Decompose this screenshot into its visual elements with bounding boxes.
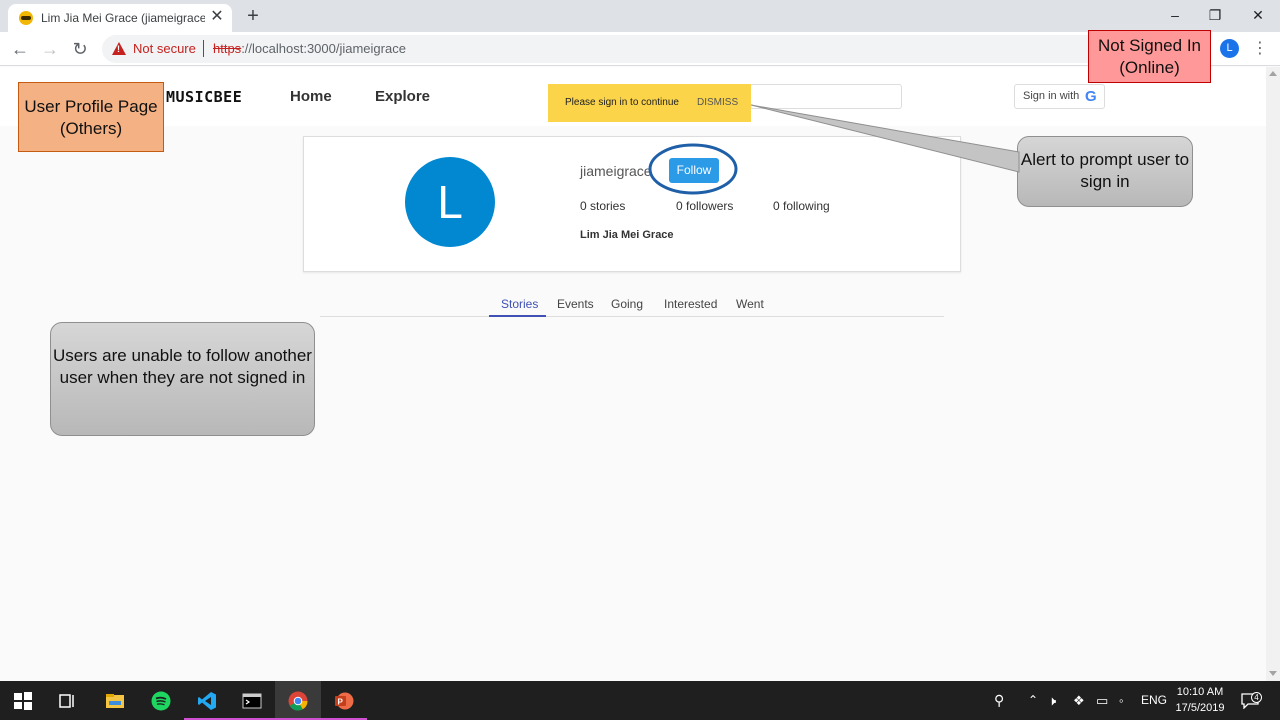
volume-icon[interactable]: 🕨	[1048, 681, 1056, 720]
scroll-down-arrow-icon[interactable]	[1269, 671, 1277, 676]
tab-going[interactable]: Going	[611, 297, 643, 311]
nav-home[interactable]: Home	[290, 88, 332, 105]
browser-menu-icon[interactable]: ⋮	[1252, 38, 1268, 60]
active-tab-indicator	[489, 315, 546, 317]
dropbox-icon[interactable]: ❖	[1073, 681, 1085, 720]
address-bar[interactable]: Not secure https://localhost:3000/jiamei…	[102, 35, 1202, 63]
new-tab-icon[interactable]: +	[243, 4, 263, 28]
taskbar-clock[interactable]: 10:10 AM 17/5/2019	[1166, 684, 1234, 716]
restore-icon[interactable]: ❐	[1192, 0, 1238, 30]
taskbar: P ⚲ ⌃ 🕨 ❖ ▭ ◦ ENG 10:10 AM 17/5/2019 4	[0, 681, 1280, 720]
tab-interested[interactable]: Interested	[664, 297, 717, 311]
wifi-icon[interactable]: ◦	[1119, 681, 1124, 720]
follow-button[interactable]: Follow	[669, 158, 719, 183]
avatar: L	[405, 157, 495, 247]
followers-count[interactable]: 0 followers	[676, 199, 733, 213]
musicbee-favicon-icon	[19, 11, 33, 25]
alert-callout-note: Alert to prompt user to sign in	[1017, 136, 1193, 207]
task-view-icon	[59, 694, 74, 708]
tray-chevron-up-icon[interactable]: ⌃	[1028, 681, 1038, 720]
nav-explore[interactable]: Explore	[375, 88, 430, 105]
forward-icon[interactable]: →	[39, 38, 61, 60]
back-icon[interactable]: ←	[9, 38, 31, 60]
sign-in-alert: Please sign in to continue DISMISS	[548, 84, 751, 122]
following-count[interactable]: 0 following	[773, 199, 830, 213]
powerpoint-icon: P	[335, 692, 354, 710]
people-icon[interactable]: ⚲	[994, 681, 1004, 720]
battery-icon[interactable]: ▭	[1096, 681, 1108, 720]
folder-icon	[106, 694, 124, 708]
profile-full-name: Lim Jia Mei Grace	[580, 229, 674, 241]
follow-restriction-note: Users are unable to follow another user …	[50, 322, 315, 436]
security-label[interactable]: Not secure	[133, 41, 196, 56]
profile-card: L jiameigrace Follow 0 stories 0 followe…	[303, 136, 961, 272]
language-indicator[interactable]: ENG	[1141, 681, 1167, 720]
browser-tab[interactable]: Lim Jia Mei Grace (jiameigrace) - ✕	[8, 4, 232, 32]
page-scrollbar[interactable]	[1266, 67, 1280, 681]
site-logo[interactable]: MUSICBEE	[166, 88, 242, 106]
profile-tabs: Stories Events Going Interested Went	[320, 292, 944, 317]
stories-count: 0 stories	[580, 199, 626, 213]
alert-message: Please sign in to continue	[565, 97, 679, 108]
file-explorer-button[interactable]	[92, 681, 138, 720]
vscode-icon	[198, 692, 216, 710]
chrome-button[interactable]	[275, 681, 321, 720]
terminal-icon	[242, 693, 262, 709]
dismiss-button[interactable]: DISMISS	[697, 97, 738, 108]
profile-username: jiameigrace	[580, 163, 652, 179]
action-center-button[interactable]: 4	[1240, 681, 1262, 720]
tab-events[interactable]: Events	[557, 297, 594, 311]
browser-profile-avatar[interactable]: L	[1220, 39, 1239, 58]
tab-title: Lim Jia Mei Grace (jiameigrace) -	[41, 11, 205, 25]
status-note: Not Signed In (Online)	[1088, 30, 1211, 83]
google-sign-in-button[interactable]: Sign in with G	[1014, 84, 1105, 109]
terminal-button[interactable]	[229, 681, 275, 720]
windows-logo-icon	[14, 692, 32, 710]
notification-count-badge: 4	[1251, 692, 1262, 703]
clock-date: 17/5/2019	[1175, 702, 1225, 714]
tab-close-icon[interactable]: ✕	[209, 7, 225, 27]
scroll-up-arrow-icon[interactable]	[1269, 71, 1277, 76]
spotify-icon	[151, 691, 171, 711]
url-divider	[203, 40, 204, 57]
url-path: ://localhost:3000/jiameigrace	[241, 41, 406, 56]
url-text[interactable]: https://localhost:3000/jiameigrace	[213, 41, 406, 56]
search-input[interactable]	[750, 84, 902, 109]
tab-stories[interactable]: Stories	[501, 297, 538, 311]
svg-text:P: P	[338, 698, 344, 707]
spotify-button[interactable]	[138, 681, 184, 720]
powerpoint-button[interactable]: P	[321, 681, 367, 720]
warning-icon	[112, 42, 126, 55]
sign-in-label: Sign in with	[1023, 90, 1080, 102]
reload-icon[interactable]: ↻	[69, 38, 91, 60]
page-label-note: User Profile Page (Others)	[18, 82, 164, 152]
vscode-button[interactable]	[184, 681, 230, 720]
tab-went[interactable]: Went	[736, 297, 764, 311]
clock-time: 10:10 AM	[1176, 686, 1224, 698]
window-close-icon[interactable]: ✕	[1235, 0, 1280, 30]
google-icon: G	[1085, 88, 1097, 105]
url-scheme: https	[213, 41, 242, 56]
chrome-icon	[288, 691, 308, 711]
start-button[interactable]	[0, 681, 46, 720]
task-view-button[interactable]	[44, 681, 90, 720]
browser-tab-strip: Lim Jia Mei Grace (jiameigrace) - ✕ + – …	[0, 0, 1280, 32]
